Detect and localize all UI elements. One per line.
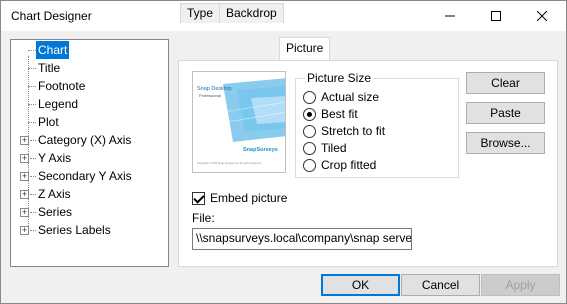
radio-button[interactable] [303,107,316,121]
window-title: Chart Designer [11,9,92,23]
minimize-button[interactable] [427,1,473,31]
tree-item-label: Y Axis [38,151,72,165]
picture-preview-image: Snap Desktop Professional SnapSurveys Co… [193,72,285,172]
embed-picture-label: Embed picture [210,191,288,205]
radio-label: Crop fitted [321,158,377,172]
preview-copyright: Copyright © 2019 Snap Surveys Ltd. All r… [197,161,261,165]
file-label: File: [192,211,215,225]
radio-actual-size[interactable]: Actual size [303,89,379,105]
expand-plus-icon[interactable]: + [20,208,29,217]
paste-button[interactable]: Paste [466,102,545,124]
expand-plus-icon[interactable]: + [20,172,29,181]
browse-button[interactable]: Browse... [466,132,545,154]
tree-item-y-axis[interactable]: + Y Axis [11,149,168,167]
tree-item-category-x-axis[interactable]: + Category (X) Axis [11,131,168,149]
tree-item-series[interactable]: + Series [11,203,168,221]
tree-item-footnote[interactable]: Footnote [11,77,168,95]
ok-button[interactable]: OK [321,274,400,296]
preview-brand: SnapSurveys [243,147,278,153]
file-path-field[interactable]: \\snapsurveys.local\company\snap server\… [192,228,412,250]
tree-item-label: Series Labels [38,223,111,237]
expand-plus-icon[interactable]: + [20,136,29,145]
tree-item-label: Plot [38,115,59,129]
embed-picture-checkbox-row[interactable]: Embed picture [192,190,287,206]
tree-item-label: Title [38,61,61,75]
tree-item-label: Legend [38,97,79,111]
tree-item-z-axis[interactable]: + Z Axis [11,185,168,203]
radio-button[interactable] [303,158,316,172]
radio-label: Best fit [321,107,358,121]
close-button[interactable] [519,1,565,31]
maximize-icon [491,11,501,21]
tree-item-label: Footnote [38,79,86,93]
tree-item-label: Z Axis [38,187,71,201]
expand-plus-icon[interactable]: + [20,226,29,235]
close-icon [537,11,547,21]
preview-heading: Snap Desktop [197,86,232,92]
tree-item-title[interactable]: Title [11,59,168,77]
clear-button[interactable]: Clear [466,72,545,94]
radio-button[interactable] [303,90,316,104]
tree-item-plot[interactable]: Plot [11,113,168,131]
radio-tiled[interactable]: Tiled [303,140,347,156]
tree-item-chart[interactable]: Chart [11,41,168,59]
tree-item-label: Secondary Y Axis [38,169,132,183]
element-tree[interactable]: Chart Title Footnote Legend Plot + Categ… [10,39,169,267]
tab-backdrop[interactable]: Backdrop [219,3,284,23]
picture-preview: Snap Desktop Professional SnapSurveys Co… [192,71,286,173]
radio-label: Stretch to fit [321,124,386,138]
tree-item-legend[interactable]: Legend [11,95,168,113]
radio-label: Actual size [321,90,380,104]
tree-item-label: Category (X) Axis [38,133,132,147]
tree-item-label: Chart [36,41,70,59]
radio-best-fit[interactable]: Best fit [303,106,358,122]
tab-type[interactable]: Type [180,3,221,23]
tree-item-label: Series [38,205,73,219]
radio-label: Tiled [321,141,347,155]
tab-picture[interactable]: Picture [279,37,331,60]
expand-plus-icon[interactable]: + [20,154,29,163]
expand-plus-icon[interactable]: + [20,190,29,199]
embed-picture-checkbox[interactable] [192,191,205,205]
radio-crop-fitted[interactable]: Crop fitted [303,157,376,173]
chart-designer-window: Chart Designer Chart Title Footnote Lege… [0,0,567,304]
radio-button[interactable] [303,141,316,155]
apply-button[interactable]: Apply [481,274,560,296]
tree-item-secondary-y-axis[interactable]: + Secondary Y Axis [11,167,168,185]
maximize-button[interactable] [473,1,519,31]
picture-size-legend: Picture Size [305,71,374,85]
radio-button[interactable] [303,124,316,138]
radio-stretch-to-fit[interactable]: Stretch to fit [303,123,385,139]
tree-item-series-labels[interactable]: + Series Labels [11,221,168,239]
preview-subheading: Professional [199,93,221,98]
cancel-button[interactable]: Cancel [401,274,480,296]
minimize-icon [445,15,455,17]
